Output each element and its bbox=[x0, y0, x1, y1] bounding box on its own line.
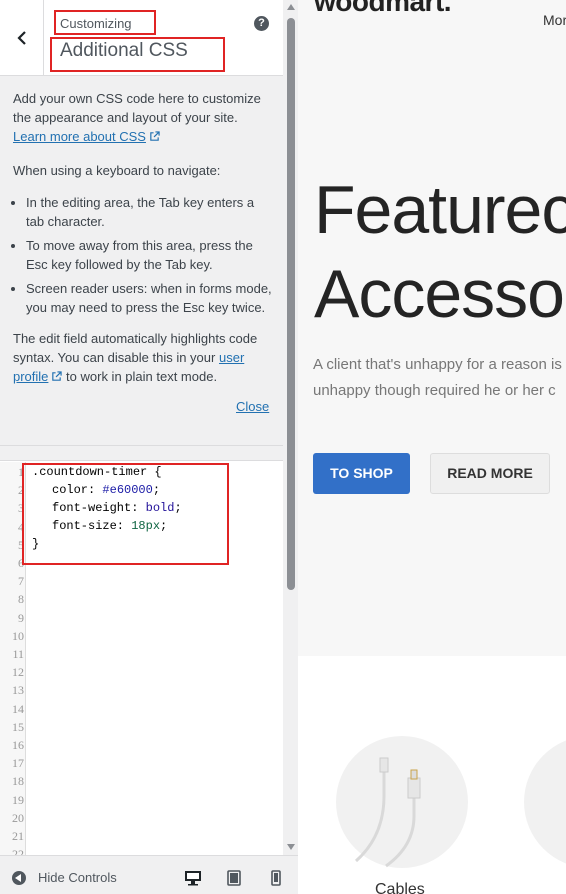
line-number: 5 bbox=[18, 537, 24, 552]
chevron-left-icon bbox=[16, 31, 26, 45]
line-number: 13 bbox=[12, 683, 24, 698]
highlight-box-title bbox=[50, 37, 225, 72]
list-item: In the editing area, the Tab key enters … bbox=[26, 193, 275, 231]
hero-heading: Featurec Accesso bbox=[314, 168, 566, 336]
line-number: 4 bbox=[18, 519, 24, 534]
hero-description: A client that's unhappy for a reason is … bbox=[313, 352, 562, 404]
line-number: 18 bbox=[12, 774, 24, 789]
css-code-editor[interactable]: 1 2 3 4 5 6 7 8 9 10 11 12 13 14 15 16 17 18 19 20 21 22 .cou… bbox=[0, 445, 283, 855]
hide-controls-button[interactable]: Hide Controls bbox=[12, 870, 117, 885]
line-number: 6 bbox=[18, 556, 24, 570]
back-button[interactable] bbox=[0, 0, 44, 76]
line-number: 11 bbox=[12, 647, 24, 661]
hero-description-line: A client that's unhappy for a reason is bbox=[313, 356, 562, 373]
learn-css-link[interactable]: Learn more about CSS bbox=[13, 129, 146, 144]
line-number: 15 bbox=[12, 719, 24, 734]
line-number: 12 bbox=[12, 665, 24, 680]
to-shop-button[interactable]: TO SHOP bbox=[313, 453, 410, 494]
categories-section: Cables bbox=[298, 656, 566, 894]
line-number: 22 bbox=[12, 847, 24, 855]
category-cables[interactable] bbox=[336, 736, 468, 868]
scrollbar-thumb[interactable] bbox=[287, 18, 295, 590]
highlight-box-code bbox=[22, 463, 229, 565]
desktop-preview-button[interactable] bbox=[183, 869, 203, 887]
line-number: 16 bbox=[12, 738, 24, 752]
line-number: 21 bbox=[12, 829, 24, 843]
read-more-button[interactable]: READ MORE bbox=[430, 453, 550, 494]
site-preview: woodmart. Mor Featurec Accesso A client … bbox=[298, 0, 566, 894]
keyboard-heading: When using a keyboard to navigate: bbox=[13, 163, 221, 178]
line-number: 10 bbox=[12, 628, 24, 643]
list-item: Screen reader users: when in forms mode,… bbox=[26, 279, 275, 317]
keyboard-tips-list: In the editing area, the Tab key enters … bbox=[26, 193, 275, 317]
highlight-box-subtitle bbox=[54, 10, 156, 35]
hide-controls-label: Hide Controls bbox=[38, 870, 117, 885]
line-number: 2 bbox=[18, 483, 24, 498]
line-number: 20 bbox=[12, 810, 24, 825]
hero-heading-line: Featurec bbox=[314, 172, 566, 248]
intro-text: Add your own CSS code here to customize … bbox=[13, 91, 261, 125]
customizer-footer: Hide Controls bbox=[0, 855, 298, 894]
line-number: 7 bbox=[18, 574, 24, 589]
editor-top-bar bbox=[0, 446, 283, 461]
line-number: 9 bbox=[18, 610, 24, 625]
collapse-icon bbox=[12, 870, 26, 885]
line-number: 8 bbox=[18, 592, 24, 607]
description: Add your own CSS code here to customize … bbox=[13, 89, 275, 401]
description-intro: Add your own CSS code here to customize … bbox=[13, 89, 275, 146]
tablet-icon bbox=[227, 870, 241, 886]
customizer-screen: Customizing Additional CSS ? Add your ow… bbox=[0, 0, 566, 894]
menu-item-more[interactable]: Mor bbox=[543, 12, 566, 28]
site-logo-text: woodmart. bbox=[314, 0, 452, 17]
line-number: 1 bbox=[18, 465, 24, 479]
syntax-note: The edit field automatically highlights … bbox=[13, 329, 275, 386]
scroll-up-arrow[interactable] bbox=[287, 4, 295, 10]
mobile-preview-button[interactable] bbox=[266, 869, 286, 887]
line-number: 14 bbox=[12, 701, 24, 716]
hero-heading-line: Accesso bbox=[314, 256, 565, 332]
hero-description-line: unhappy though required he or her c bbox=[313, 382, 556, 399]
cable-icon bbox=[355, 757, 421, 868]
tablet-preview-button[interactable] bbox=[224, 869, 244, 887]
category-label: Cables bbox=[375, 881, 425, 894]
list-item: To move away from this area, press the E… bbox=[26, 236, 275, 274]
line-number: 3 bbox=[18, 501, 24, 516]
panel-scrollbar[interactable] bbox=[284, 0, 298, 855]
scroll-down-arrow[interactable] bbox=[287, 844, 295, 850]
syntax-text-end: to work in plain text mode. bbox=[66, 369, 218, 384]
desktop-icon bbox=[185, 871, 201, 886]
line-number: 17 bbox=[12, 756, 24, 771]
site-logo[interactable]: woodmart. bbox=[314, 0, 452, 18]
category-item[interactable] bbox=[524, 736, 566, 868]
close-link[interactable]: Close bbox=[236, 399, 269, 414]
line-number: 19 bbox=[12, 792, 24, 807]
external-link-icon bbox=[150, 131, 160, 141]
learn-css-link-label: Learn more about CSS bbox=[13, 129, 146, 144]
external-link-icon bbox=[52, 371, 63, 381]
mobile-icon bbox=[271, 870, 281, 886]
customizer-panel: Customizing Additional CSS ? Add your ow… bbox=[0, 0, 298, 894]
help-icon[interactable]: ? bbox=[254, 16, 269, 31]
